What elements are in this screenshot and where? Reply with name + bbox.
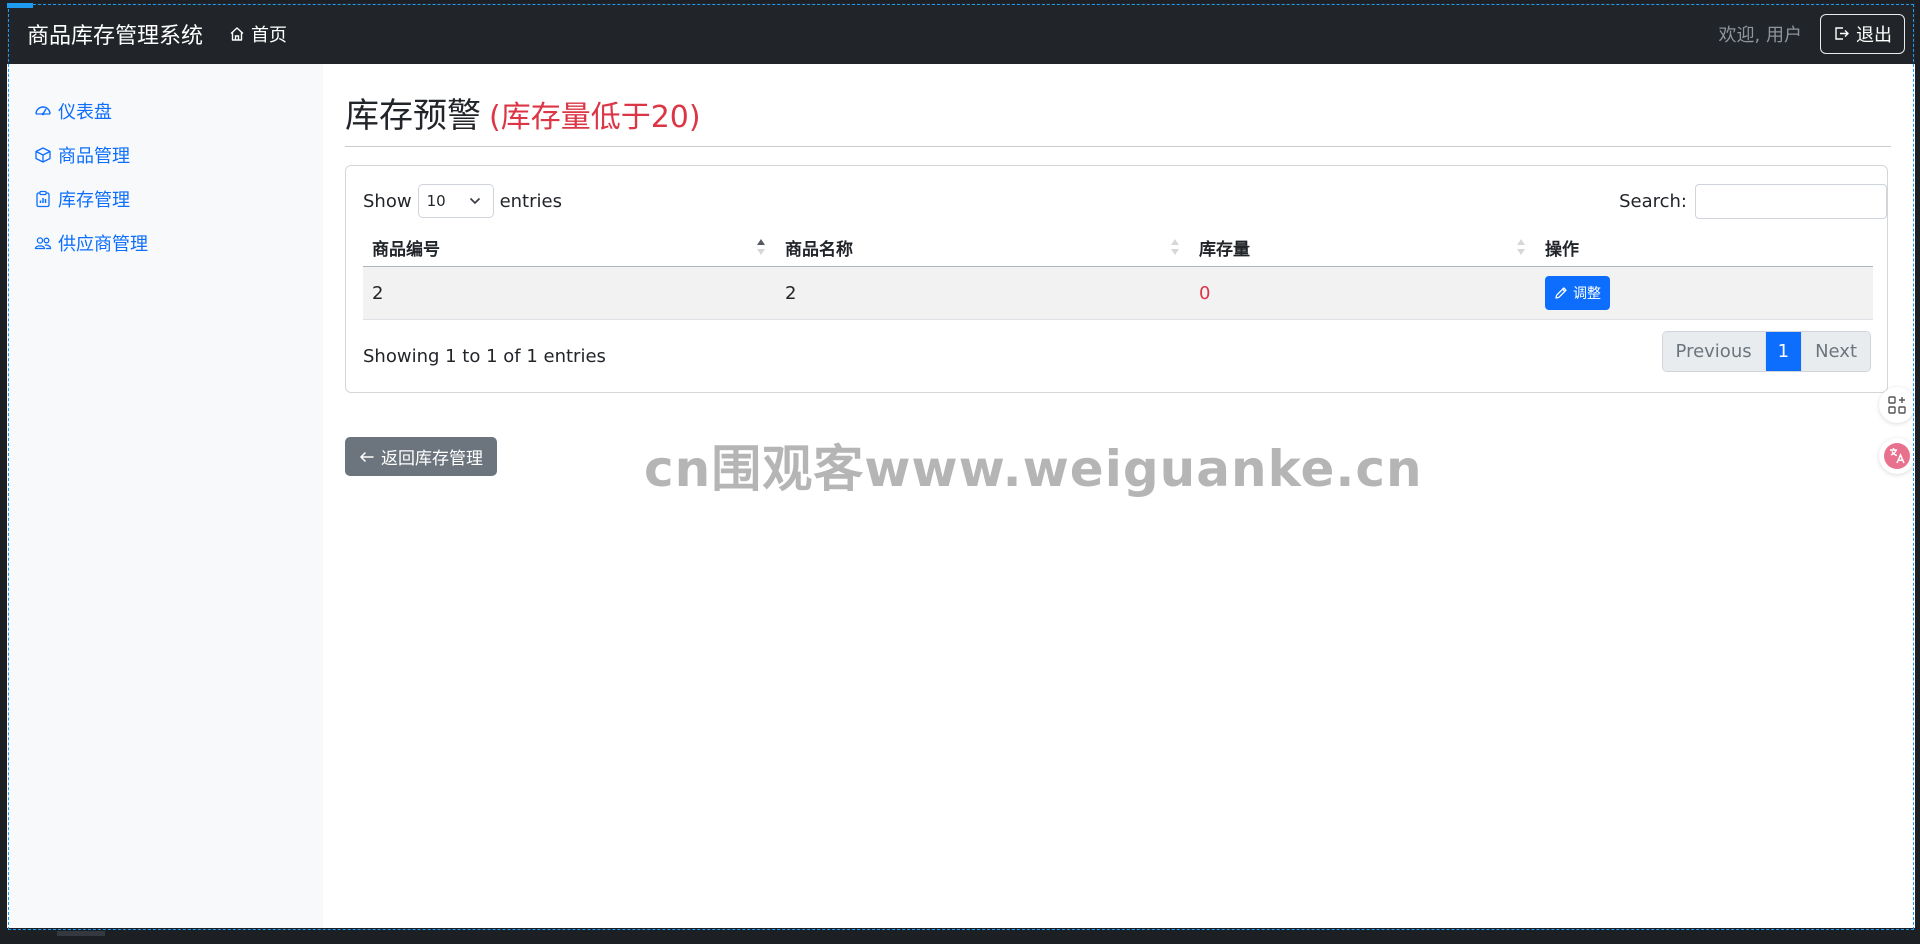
translate-icon <box>1884 443 1910 469</box>
floating-translate-button[interactable] <box>1879 438 1915 474</box>
sidebar-item-label: 库存管理 <box>58 190 130 211</box>
brand-title[interactable]: 商品库存管理系统 <box>27 18 203 50</box>
sidebar-item-label: 仪表盘 <box>58 102 112 123</box>
adjust-label: 调整 <box>1573 286 1601 302</box>
sort-asc-icon <box>757 239 765 255</box>
watermark: cn围观客www.weiguanke.cn <box>644 440 1423 498</box>
page-button-current[interactable]: 1 <box>1764 332 1802 371</box>
stock-warning-table: 商品编号 商品名称 库存量 操作 2 2 0 调整 <box>363 228 1873 320</box>
next-page-button[interactable]: Next <box>1801 332 1870 371</box>
logout-icon <box>1835 27 1849 40</box>
cell-action: 调整 <box>1536 267 1873 319</box>
logout-button[interactable]: 退出 <box>1820 13 1905 54</box>
sidebar-item-suppliers[interactable]: 供应商管理 <box>7 221 323 265</box>
nav-home-label: 首页 <box>251 24 288 46</box>
cell-name: 2 <box>785 282 797 304</box>
page-title-text: 库存预警 <box>345 96 481 136</box>
floating-app-button[interactable] <box>1879 387 1915 423</box>
nav-home-link[interactable]: 首页 <box>229 21 287 47</box>
back-to-inventory-button[interactable]: 返回库存管理 <box>345 437 497 476</box>
adjust-button[interactable]: 调整 <box>1545 276 1610 310</box>
search-label: Search: <box>1619 191 1687 212</box>
sidebar-item-products[interactable]: 商品管理 <box>7 133 323 177</box>
sidebar-item-inventory[interactable]: 库存管理 <box>7 177 323 221</box>
welcome-text: 欢迎, 用户 <box>1718 24 1802 46</box>
table-card: Show 10 entries Search: 商品编号 商品名称 库存量 操作… <box>345 165 1888 393</box>
logout-label: 退出 <box>1856 24 1892 46</box>
table-info: Showing 1 to 1 of 1 entries <box>363 346 606 367</box>
arrow-left-icon <box>359 451 374 462</box>
navbar: 商品库存管理系统 首页 欢迎, 用户 退出 <box>7 3 1915 64</box>
sort-icon <box>1171 239 1179 255</box>
show-label: Show <box>363 190 412 212</box>
clipboard-chart-icon <box>36 190 50 208</box>
column-header-id[interactable]: 商品编号 <box>363 228 776 266</box>
previous-page-button[interactable]: Previous <box>1662 332 1765 371</box>
column-header-action: 操作 <box>1536 228 1873 266</box>
navbar-right: 欢迎, 用户 退出 <box>1718 13 1905 54</box>
pagination: Previous 1 Next <box>1661 331 1871 372</box>
people-icon <box>34 237 52 250</box>
column-header-name[interactable]: 商品名称 <box>776 228 1190 266</box>
pencil-icon <box>1555 287 1567 299</box>
selection-corner <box>7 3 33 8</box>
taskbar-strip <box>7 928 1920 936</box>
page-title: 库存预警 (库存量低于20) <box>345 88 701 137</box>
sidebar: 仪表盘 商品管理 库存管理 供应商管理 <box>7 64 323 936</box>
back-button-label: 返回库存管理 <box>381 449 483 469</box>
page-title-hint: (库存量低于20) <box>489 100 701 135</box>
page-length-value: 10 <box>426 192 446 210</box>
page-length-select[interactable]: 10 <box>417 184 494 218</box>
speedometer-icon <box>35 106 51 116</box>
app-window: 商品库存管理系统 首页 欢迎, 用户 退出 仪表盘 商品管理 库存管理 供应商管… <box>0 0 1920 944</box>
chevron-down-icon <box>469 197 480 205</box>
sidebar-item-label: 供应商管理 <box>58 234 148 255</box>
title-divider <box>345 146 1891 147</box>
entries-label: entries <box>499 190 562 212</box>
table-row: 2 2 0 调整 <box>363 267 1873 320</box>
column-header-label: 商品名称 <box>785 239 853 260</box>
house-icon <box>230 26 244 41</box>
page-length-control: Show 10 entries <box>363 184 562 218</box>
cell-id: 2 <box>372 282 384 304</box>
cell-stock: 0 <box>1199 282 1211 304</box>
column-header-stock[interactable]: 库存量 <box>1190 228 1536 266</box>
taskbar-segment <box>57 931 105 936</box>
column-header-label: 商品编号 <box>372 239 440 260</box>
sidebar-item-label: 商品管理 <box>58 146 130 167</box>
box-icon <box>35 147 51 163</box>
grid-plus-icon <box>1888 396 1906 414</box>
search-control: Search: <box>1619 184 1887 219</box>
column-header-label: 库存量 <box>1199 239 1250 260</box>
sort-icon <box>1517 239 1525 255</box>
sidebar-item-dashboard[interactable]: 仪表盘 <box>7 89 323 133</box>
search-input[interactable] <box>1695 184 1887 219</box>
column-header-label: 操作 <box>1545 239 1579 260</box>
table-header: 商品编号 商品名称 库存量 操作 <box>363 228 1873 267</box>
